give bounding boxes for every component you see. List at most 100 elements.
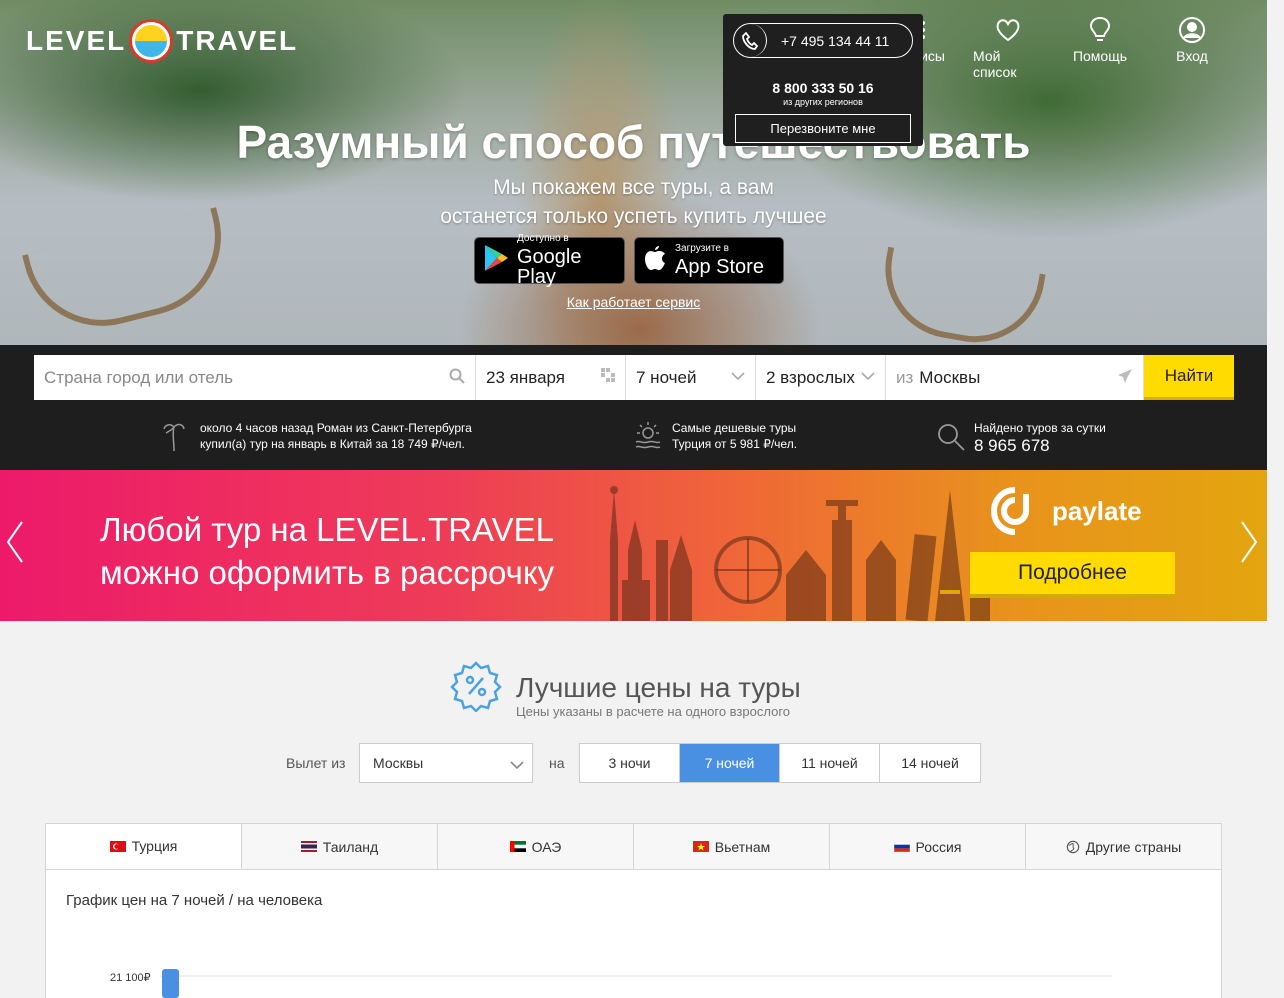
cheapest-tours-line-2: Турция от 5 981 ₽/чел. (672, 437, 798, 451)
tab-other-countries[interactable]: Другие страны (1026, 824, 1221, 869)
date-value: 23 января (486, 367, 565, 387)
best-prices-subtitle: Цены указаны в расчете на одного взросло… (516, 704, 791, 719)
airplane-icon (1117, 368, 1133, 387)
alt-phone-number: 8 800 333 50 16 (772, 80, 874, 96)
nav-login[interactable]: Вход (1157, 16, 1227, 80)
google-play-small: Доступно в (517, 233, 569, 244)
nights-option-7[interactable]: 7 ночей (680, 744, 780, 782)
tab-turkey[interactable]: Турция (46, 824, 242, 869)
thailand-flag-icon (300, 841, 317, 852)
from-prefix: из (896, 367, 914, 387)
russia-flag-icon (893, 841, 910, 852)
chart-y-tick: 21 100₽ (110, 972, 151, 984)
tab-label: Вьетнам (714, 838, 771, 855)
tab-vietnam[interactable]: Вьетнам (634, 824, 830, 869)
banner-next-arrow[interactable] (1240, 520, 1258, 575)
magnifier-icon (936, 422, 966, 452)
paylate-icon (990, 487, 1029, 535)
departure-city-input[interactable]: из Москвы (886, 355, 1144, 400)
chevron-down-icon (861, 368, 875, 384)
banner-line-1: Любой тур на LEVEL.TRAVEL (100, 511, 554, 548)
guests-select[interactable]: 2 взрослых (756, 355, 886, 400)
guests-value: 2 взрослых (766, 367, 855, 387)
app-store-small: Загрузите в (675, 243, 729, 254)
banner-line-2: можно оформить в рассрочку (100, 554, 555, 591)
callback-button[interactable]: Перезвоните мне (735, 114, 911, 143)
apple-icon (643, 244, 667, 277)
heart-icon (994, 16, 1022, 44)
app-store-big: App Store (675, 256, 764, 278)
tab-uae[interactable]: ОАЭ (438, 824, 634, 869)
chevron-down-icon (510, 757, 524, 773)
chart-bar[interactable] (162, 969, 179, 998)
na-label: на (549, 755, 565, 771)
more-button[interactable]: Подробнее (970, 552, 1175, 598)
cheapest-tours-info: Самые дешевые туры Турция от 5 981 ₽/чел… (634, 420, 797, 452)
uae-flag-icon (509, 841, 526, 852)
logo-text-left: LEVEL (26, 25, 127, 56)
destination-input[interactable]: Страна город или отель (34, 355, 476, 400)
tab-russia[interactable]: Россия (830, 824, 1026, 869)
nights-option-3[interactable]: 3 ночи (580, 744, 680, 782)
top-nav: Сервисы Мой список Помощь Вход (881, 16, 1227, 80)
tab-label: Турция (131, 838, 178, 854)
tab-label: Другие страны (1085, 838, 1182, 855)
country-tabs: Турция Таиланд ОАЭ Вьетнам Россия Другие… (45, 823, 1222, 870)
sunset-icon (634, 421, 664, 451)
lightbulb-icon (1086, 16, 1114, 44)
depart-city-select[interactable]: Москвы (359, 743, 533, 783)
phone-pill[interactable]: +7 495 134 44 11 (733, 23, 913, 58)
phone-number: +7 495 134 44 11 (781, 32, 890, 49)
tours-found-info: Найдено туров за сутки 8 965 678 (936, 420, 1106, 454)
discount-badge-icon (450, 661, 502, 712)
nav-help-label: Помощь (1072, 48, 1128, 64)
nav-my-list[interactable]: Мой список (973, 16, 1043, 80)
paylate-logo: paylate (988, 484, 1142, 538)
tab-thailand[interactable]: Таиланд (242, 824, 438, 869)
site-logo[interactable]: LEVEL TRAVEL (26, 22, 298, 60)
destination-placeholder: Страна город или отель (44, 367, 233, 387)
logo-sun-icon (132, 22, 171, 60)
tours-found-label: Найдено туров за сутки (974, 421, 1106, 435)
phone-icon (734, 24, 767, 57)
user-icon (1178, 16, 1206, 44)
alt-phone-note: из других регионов (783, 97, 863, 107)
nights-select[interactable]: 7 ночей (626, 355, 756, 400)
price-chart-panel: График цен на 7 ночей / на человека 21 1… (45, 870, 1222, 998)
nights-option-14[interactable]: 14 ночей (880, 744, 980, 782)
hero-subtitle-line-2: останется только успеть купить лучшее (440, 205, 827, 228)
find-button[interactable]: Найти (1144, 355, 1234, 400)
vietnam-flag-icon (692, 841, 709, 852)
price-chart: 21 100₽ (110, 969, 1112, 998)
phone-popup: +7 495 134 44 11 8 800 333 50 16 из друг… (723, 14, 923, 146)
date-picker[interactable]: 23 января (476, 355, 626, 400)
nights-option-11[interactable]: 11 ночей (780, 744, 880, 782)
from-city: Москвы (919, 367, 981, 387)
chart-title: График цен на 7 ночей / на человека (66, 892, 323, 909)
hero-section: LEVEL TRAVEL Сервисы Мой список Помощь (0, 0, 1267, 345)
hero-subtitle-line-1: Мы покажем все туры, а вам (493, 176, 774, 199)
banner-prev-arrow[interactable] (6, 520, 24, 575)
banner-text: Любой тур на LEVEL.TRAVEL можно оформить… (100, 508, 554, 594)
app-store-button[interactable]: Загрузите в App Store (634, 237, 784, 284)
hero-subtitle: Мы покажем все туры, а вам останется тол… (0, 173, 1267, 231)
depart-label: Вылет из (286, 755, 346, 771)
google-play-button[interactable]: Доступно в Google Play (474, 233, 625, 287)
recent-purchase-info: около 4 часов назад Роман из Санкт-Петер… (162, 420, 472, 452)
google-play-icon (483, 244, 509, 277)
promo-banner[interactable]: Любой тур на LEVEL.TRAVEL можно оформить… (0, 470, 1267, 621)
recent-purchase-line-1: около 4 часов назад Роман из Санкт-Петер… (200, 421, 472, 435)
search-icon (449, 368, 465, 387)
nights-value: 7 ночей (636, 367, 697, 387)
turkey-flag-icon (109, 840, 126, 852)
logo-text-right: TRAVEL (176, 25, 299, 56)
nav-help[interactable]: Помощь (1065, 16, 1135, 80)
tab-label: Россия (915, 838, 962, 855)
nav-my-list-label: Мой список (973, 48, 1017, 80)
palm-tree-icon (162, 421, 192, 452)
cheapest-tours-line-1: Самые дешевые туры (672, 421, 797, 435)
calendar-icon (601, 368, 615, 385)
how-it-works-link[interactable]: Как работает сервис (0, 294, 1267, 310)
landmarks-skyline-icon (610, 486, 990, 621)
depart-city-value: Москвы (373, 755, 424, 771)
